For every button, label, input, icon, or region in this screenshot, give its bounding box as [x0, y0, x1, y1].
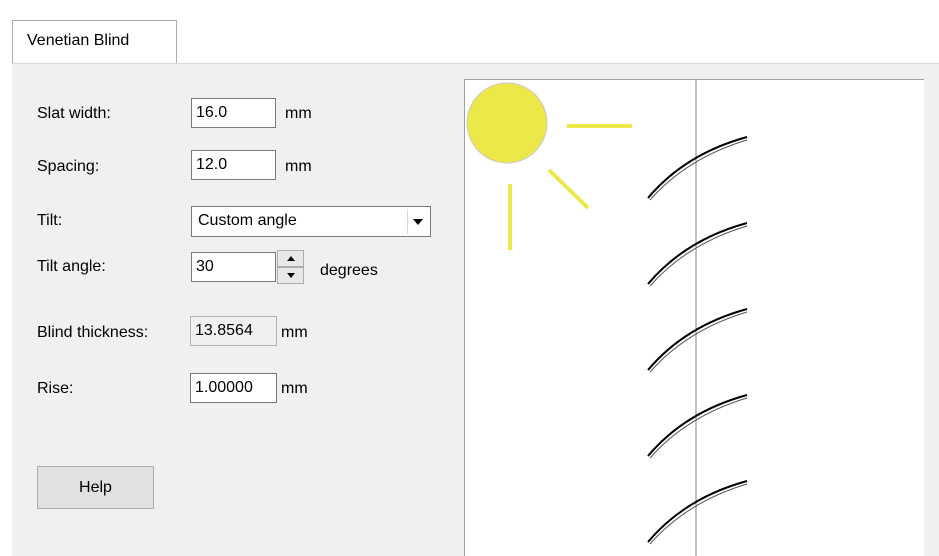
spacing-unit: mm — [285, 158, 312, 175]
preview-canvas — [466, 80, 748, 556]
slat-width-input[interactable] — [191, 98, 276, 128]
slat — [647, 308, 748, 371]
spacing-label: Spacing: — [37, 158, 100, 175]
blind-thickness-label: Blind thickness: — [37, 324, 149, 341]
help-button-label: Help — [79, 478, 112, 496]
tilt-selected-value: Custom angle — [198, 212, 297, 229]
tilt-dropdown[interactable]: Custom angle — [191, 206, 431, 237]
rise-label: Rise: — [37, 380, 74, 397]
slat — [647, 480, 748, 543]
slats — [647, 136, 748, 545]
tilt-angle-label: Tilt angle: — [37, 258, 106, 275]
rise-input[interactable] — [190, 373, 277, 403]
slat-edge — [649, 397, 748, 459]
sun-icon — [466, 82, 632, 250]
slat — [647, 136, 748, 199]
slat-width-label: Slat width: — [37, 105, 111, 122]
slat-edge — [649, 483, 748, 545]
slat — [647, 222, 748, 285]
tilt-angle-unit: degrees — [320, 262, 378, 279]
tilt-label: Tilt: — [37, 212, 63, 229]
tilt-angle-spinner[interactable] — [277, 250, 304, 284]
spin-up-icon[interactable] — [277, 250, 304, 267]
tab-strip: Venetian Blind — [0, 0, 939, 64]
slat-edge — [649, 311, 748, 373]
spacing-input[interactable] — [191, 150, 276, 180]
rise-unit: mm — [281, 380, 308, 397]
tab-label: Venetian Blind — [27, 32, 130, 49]
chevron-down-icon[interactable] — [407, 209, 428, 234]
slat — [647, 394, 748, 457]
blind-thickness-field — [190, 316, 277, 346]
slat-width-unit: mm — [285, 105, 312, 122]
spin-down-icon[interactable] — [277, 267, 304, 284]
tab-venetian-blind[interactable]: Venetian Blind — [12, 20, 177, 64]
slat-edge — [649, 225, 748, 287]
blind-thickness-unit: mm — [281, 324, 308, 341]
tilt-angle-input[interactable] — [191, 252, 276, 282]
slat-edge — [649, 139, 748, 201]
help-button[interactable]: Help — [37, 466, 154, 509]
blind-preview — [464, 79, 924, 556]
